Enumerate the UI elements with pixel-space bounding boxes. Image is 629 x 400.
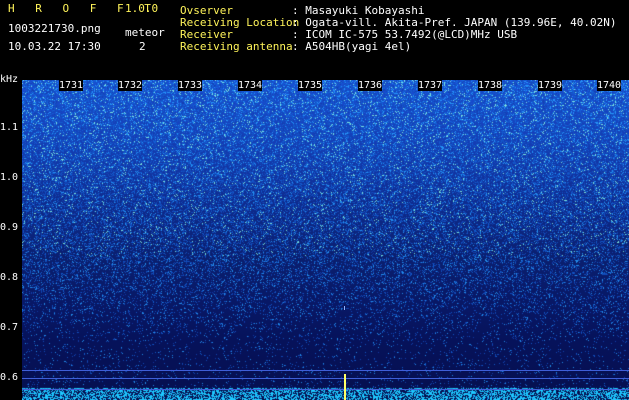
baseline-line-3: [22, 389, 629, 390]
antenna-label: Receiving antenna: [180, 40, 293, 53]
baseline-line-2: [22, 378, 629, 379]
meteor-echo-faint: [344, 306, 345, 310]
y-axis-unit: kHz: [0, 74, 19, 85]
meteor-count: 2: [139, 40, 146, 53]
spectrogram-noise: [22, 80, 629, 400]
app-version: 1.0.0: [125, 2, 159, 15]
time-label: 1738: [478, 80, 503, 91]
meteor-label: meteor: [125, 26, 165, 39]
time-label: 1740: [597, 80, 622, 91]
y-tick-label: 0.9: [0, 222, 19, 233]
filename: 1003221730.png: [8, 22, 101, 35]
datetime: 10.03.22 17:30: [8, 40, 101, 53]
time-label: 1732: [118, 80, 143, 91]
time-label: 1735: [298, 80, 323, 91]
time-label: 1739: [538, 80, 563, 91]
time-label: 1734: [238, 80, 263, 91]
y-tick-label: 0.8: [0, 272, 19, 283]
y-tick-label: 1.0: [0, 172, 19, 183]
time-label: 1733: [178, 80, 203, 91]
y-tick-label: 0.6: [0, 372, 19, 383]
baseline-line-1: [22, 370, 629, 371]
meteor-echo: [344, 374, 346, 400]
time-label: 1737: [418, 80, 443, 91]
antenna-value: : A504HB(yagi 4el): [292, 40, 412, 53]
time-label: 1736: [358, 80, 383, 91]
y-tick-label: 0.7: [0, 322, 19, 333]
time-label: 1731: [59, 80, 84, 91]
y-tick-label: 1.1: [0, 122, 19, 133]
